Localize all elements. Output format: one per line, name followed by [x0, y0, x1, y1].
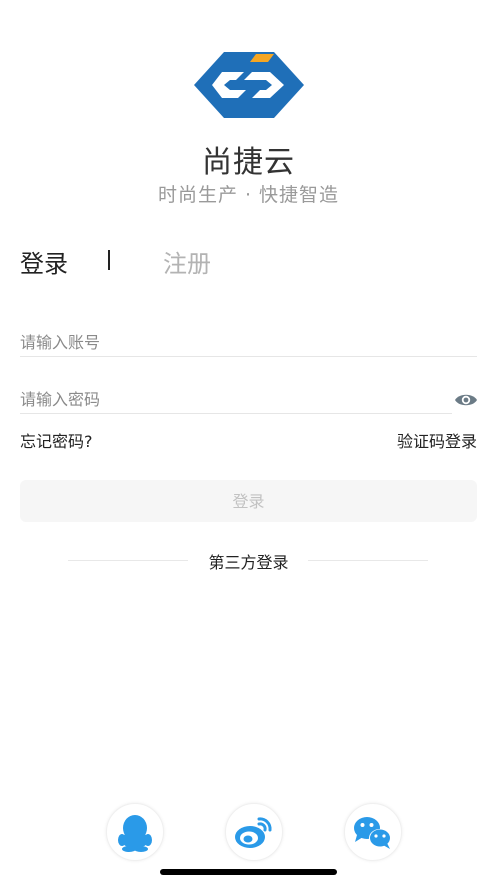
account-input[interactable] — [20, 326, 476, 358]
password-underline — [20, 413, 452, 414]
code-login-link[interactable]: 验证码登录 — [397, 428, 477, 452]
eye-icon[interactable] — [454, 391, 478, 409]
password-input[interactable] — [20, 383, 450, 415]
app-name: 尚捷云 — [202, 145, 295, 180]
tab-divider — [108, 250, 110, 270]
app-tagline: 时尚生产 · 快捷智造 — [157, 184, 340, 206]
app-logo — [194, 52, 304, 118]
forgot-password-link[interactable]: 忘记密码? — [20, 428, 93, 452]
qq-icon — [118, 815, 152, 852]
tab-login[interactable]: 登录 — [20, 244, 68, 279]
wechat-login-button[interactable] — [344, 803, 402, 861]
weibo-icon — [235, 817, 272, 848]
weibo-login-button[interactable] — [225, 803, 283, 861]
login-button[interactable]: 登录 — [20, 480, 477, 522]
account-underline — [20, 356, 477, 357]
wechat-icon — [354, 817, 391, 849]
qq-login-button[interactable] — [106, 803, 164, 861]
third-party-title: 第三方登录 — [208, 553, 289, 572]
tab-register[interactable]: 注册 — [163, 244, 211, 279]
home-indicator — [160, 869, 337, 875]
divider-right — [308, 560, 428, 561]
